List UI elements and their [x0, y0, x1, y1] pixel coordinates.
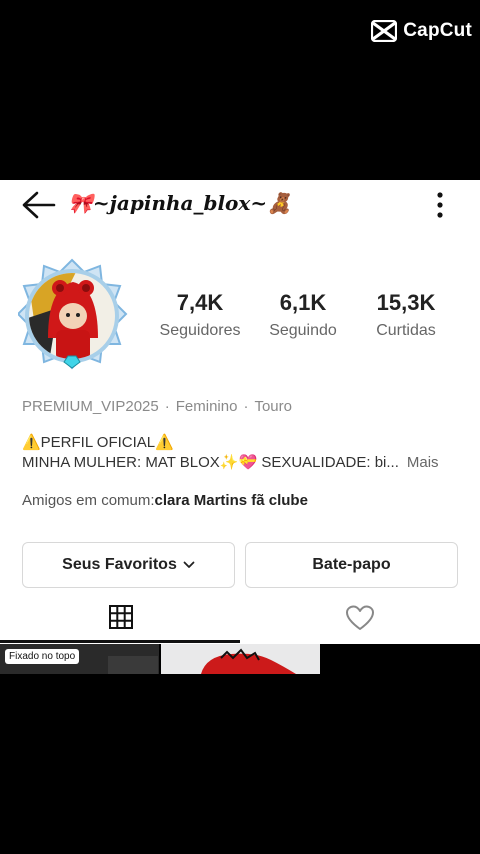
chat-button[interactable]: Bate-papo — [245, 542, 458, 588]
profile-meta: PREMIUM_VIP2025 · Feminino · Touro — [22, 398, 292, 415]
top-bar: 🎀~japinha_blox~🧸 — [0, 180, 480, 230]
likes-stat[interactable]: 15,3K Curtidas — [356, 290, 456, 340]
meta-separator: · — [243, 398, 249, 415]
post-thumbnail[interactable] — [161, 644, 320, 674]
post-grid: Fixado no topo — [0, 644, 480, 674]
back-arrow-icon[interactable] — [20, 189, 58, 221]
capcut-watermark: CapCut — [371, 20, 472, 42]
meta-separator: · — [164, 398, 170, 415]
grid-tab-icon[interactable] — [108, 604, 134, 630]
meta-gender: Feminino — [175, 398, 238, 415]
followers-count: 7,4K — [176, 290, 224, 315]
following-stat[interactable]: 6,1K Seguindo — [253, 290, 353, 340]
pinned-badge: Fixado no topo — [5, 649, 80, 664]
profile-panel: 🎀~japinha_blox~🧸 7,4K Seguidores 6,1K Se… — [0, 180, 480, 644]
more-options-icon[interactable] — [430, 190, 450, 220]
bio-line-2-text: MINHA MULHER: MAT BLOX✨💝 SEXUALIDADE: bi… — [22, 454, 399, 471]
thumbnail-image — [161, 644, 320, 674]
followers-stat[interactable]: 7,4K Seguidores — [150, 290, 250, 340]
likes-label: Curtidas — [376, 322, 436, 339]
favorites-button-label: Seus Favoritos — [62, 556, 177, 573]
chevron-down-icon — [183, 561, 195, 568]
profile-bio: ⚠️PERFIL OFICIAL⚠️ MINHA MULHER: MAT BLO… — [22, 433, 462, 473]
post-thumbnail[interactable]: Fixado no topo — [0, 644, 159, 674]
favorites-button[interactable]: Seus Favoritos — [22, 542, 235, 588]
likes-count: 15,3K — [376, 290, 436, 315]
following-label: Seguindo — [269, 322, 337, 339]
profile-username: 🎀~japinha_blox~🧸 — [68, 191, 292, 215]
bio-line-2: MINHA MULHER: MAT BLOX✨💝 SEXUALIDADE: bi… — [22, 453, 462, 473]
mutual-friend-name: clara Martins fã clube — [154, 492, 308, 509]
capcut-label: CapCut — [403, 20, 472, 41]
thumbnail-image — [108, 656, 158, 674]
heart-tab-icon[interactable] — [345, 604, 375, 632]
capcut-logo-icon — [371, 20, 398, 42]
mutual-friends-prefix: Amigos em comum: — [22, 492, 155, 509]
profile-avatar[interactable] — [18, 258, 128, 370]
chat-button-label: Bate-papo — [312, 556, 391, 573]
meta-sign: Touro — [254, 398, 292, 415]
active-tab-indicator — [0, 640, 240, 643]
followers-label: Seguidores — [159, 322, 241, 339]
bio-line-1: ⚠️PERFIL OFICIAL⚠️ — [22, 434, 174, 451]
mutual-friends[interactable]: Amigos em comum:clara Martins fã clube — [22, 492, 308, 509]
meta-tag: PREMIUM_VIP2025 — [22, 398, 159, 415]
following-count: 6,1K — [279, 290, 327, 315]
bio-more-link[interactable]: Mais — [407, 454, 439, 471]
